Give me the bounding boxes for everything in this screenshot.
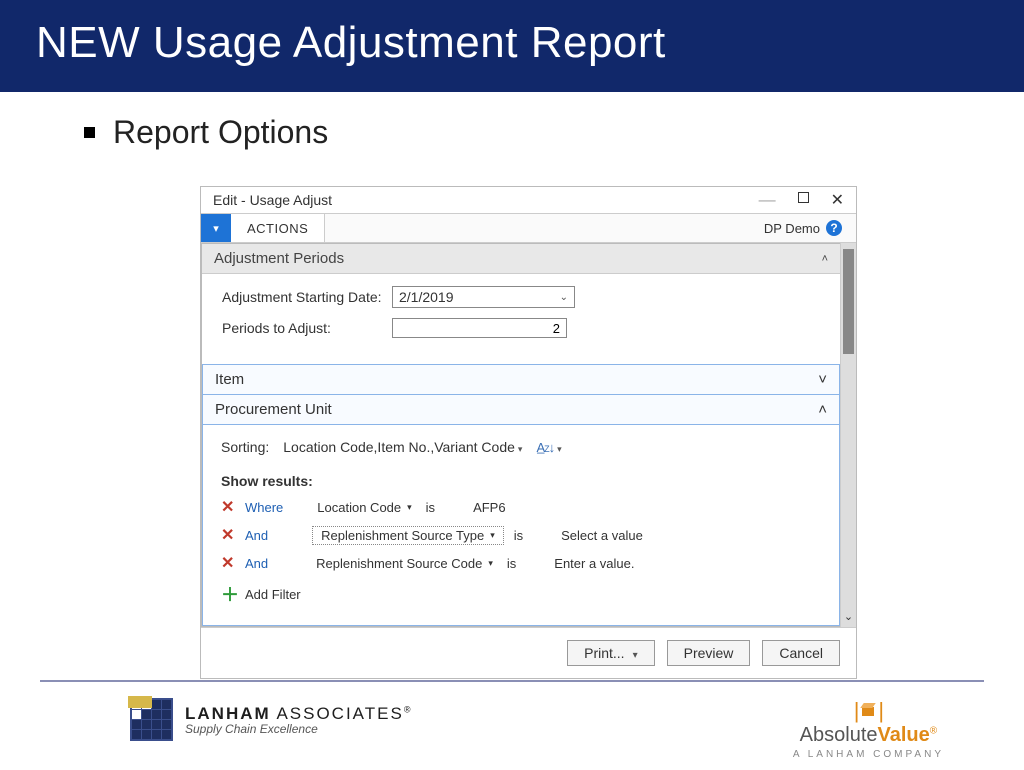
slide-footer: LANHAM ASSOCIATES® Supply Chain Excellen… <box>40 680 984 760</box>
sorting-value[interactable]: Location Code,Item No.,Variant Code▾ <box>283 439 522 455</box>
absolute-value-logo: | | AbsoluteValue® A LANHAM COMPANY <box>793 698 944 760</box>
filter-operator: is <box>426 500 435 515</box>
scrollbar-down-icon[interactable]: ⌄ <box>841 610 856 623</box>
remove-filter-icon[interactable]: ✕ <box>221 497 235 517</box>
filter-row: ✕ And Replenishment Source Type▾ is Sele… <box>221 525 821 545</box>
chevron-down-icon: ▾ <box>407 502 412 513</box>
filter-field-selector[interactable]: Location Code▾ <box>313 499 415 516</box>
filter-field-selector[interactable]: Replenishment Source Code▾ <box>312 555 497 572</box>
cancel-button[interactable]: Cancel <box>762 640 840 666</box>
window-title: Edit - Usage Adjust <box>213 192 332 208</box>
ribbon-dropdown[interactable]: ▾ <box>201 214 231 242</box>
sort-az-icon[interactable]: A̲Z↓▾ <box>536 440 560 455</box>
filter-value-hint[interactable]: Enter a value. <box>554 556 634 571</box>
chevron-down-icon: ▾ <box>633 650 638 661</box>
remove-filter-icon[interactable]: ✕ <box>221 525 235 545</box>
absolute-value-name: AbsoluteValue® <box>793 724 944 747</box>
filter-value-hint[interactable]: Select a value <box>561 528 643 543</box>
chevron-up-icon: ˄ <box>818 401 827 418</box>
chevron-down-icon: ▾ <box>488 558 493 569</box>
label-adjustment-starting-date: Adjustment Starting Date: <box>222 289 392 305</box>
filter-conjunction[interactable]: Where <box>245 500 283 515</box>
chevron-down-icon: ⌄ <box>560 292 574 303</box>
tab-actions[interactable]: ACTIONS <box>231 214 325 242</box>
add-filter-icon: ＋ <box>221 581 235 607</box>
filter-value[interactable]: AFP6 <box>473 500 506 515</box>
chevron-down-icon: ▾ <box>518 444 523 454</box>
bullet-text: Report Options <box>113 114 328 151</box>
section-item-header[interactable]: Item ˅ <box>202 364 840 395</box>
chevron-down-icon: ˅ <box>818 371 827 388</box>
minimize-button[interactable]: — <box>759 190 776 210</box>
filter-operator: is <box>514 528 523 543</box>
window-titlebar: Edit - Usage Adjust — ✕ <box>201 187 856 213</box>
section-procurement-unit-header[interactable]: Procurement Unit ˄ <box>202 395 840 425</box>
slide-title-band: NEW Usage Adjustment Report <box>0 0 1024 92</box>
filter-row: ✕ Where Location Code▾ is AFP6 <box>221 497 821 517</box>
context-label: DP Demo <box>764 221 820 236</box>
show-results-label: Show results: <box>221 473 821 489</box>
filter-field-selector[interactable]: Replenishment Source Type▾ <box>312 526 504 545</box>
maximize-button[interactable] <box>798 190 809 210</box>
add-filter-label: Add Filter <box>245 587 301 602</box>
help-icon[interactable]: ? <box>826 220 842 236</box>
lanham-tagline: Supply Chain Excellence <box>185 722 412 736</box>
lanham-logo-mark <box>130 698 173 741</box>
filter-conjunction[interactable]: And <box>245 556 268 571</box>
print-button[interactable]: Print...▾ <box>567 640 655 666</box>
lanham-logo: LANHAM ASSOCIATES® Supply Chain Excellen… <box>130 698 412 741</box>
window-content: ⌄ Adjustment Periods ˄ Adjustment Starti… <box>201 243 856 627</box>
section-procurement-unit-title: Procurement Unit <box>215 401 332 418</box>
sorting-label: Sorting: <box>221 439 269 455</box>
label-periods-to-adjust: Periods to Adjust: <box>222 320 392 336</box>
chevron-down-icon: ▾ <box>490 530 495 541</box>
lanham-name: LANHAM ASSOCIATES® <box>185 704 412 724</box>
slide-title: NEW Usage Adjustment Report <box>36 18 988 68</box>
periods-to-adjust-field[interactable] <box>392 318 567 338</box>
remove-filter-icon[interactable]: ✕ <box>221 553 235 573</box>
filter-conjunction[interactable]: And <box>245 528 268 543</box>
adjustment-starting-date-field[interactable]: 2/1/2019 ⌄ <box>392 286 575 308</box>
section-adjustment-periods-header[interactable]: Adjustment Periods ˄ <box>202 244 840 274</box>
chevron-up-icon: ˄ <box>822 253 828 265</box>
window-footer: Print...▾ Preview Cancel <box>201 627 856 678</box>
cube-icon <box>860 703 876 719</box>
section-procurement-unit-body: Sorting: Location Code,Item No.,Variant … <box>202 425 840 626</box>
add-filter-row[interactable]: ＋ Add Filter <box>221 581 821 607</box>
filter-operator: is <box>507 556 516 571</box>
bullet-row: Report Options <box>84 114 1024 151</box>
section-item-title: Item <box>215 371 244 388</box>
preview-button[interactable]: Preview <box>667 640 751 666</box>
absolute-value-tagline: A LANHAM COMPANY <box>793 749 944 760</box>
ribbon-toolbar: ▾ ACTIONS DP Demo ? <box>201 213 856 243</box>
section-adjustment-periods-body: Adjustment Starting Date: 2/1/2019 ⌄ Per… <box>202 274 840 364</box>
bullet-square-icon <box>84 127 95 138</box>
report-options-window: Edit - Usage Adjust — ✕ ▾ ACTIONS DP Dem… <box>200 186 857 679</box>
absolute-value-mark: | | <box>793 698 944 724</box>
close-button[interactable]: ✕ <box>831 190 844 210</box>
adjustment-starting-date-value: 2/1/2019 <box>399 289 454 305</box>
vertical-scrollbar[interactable]: ⌄ <box>840 243 856 627</box>
section-adjustment-periods-title: Adjustment Periods <box>214 250 344 267</box>
scrollbar-thumb[interactable] <box>843 249 854 354</box>
filter-row: ✕ And Replenishment Source Code▾ is Ente… <box>221 553 821 573</box>
